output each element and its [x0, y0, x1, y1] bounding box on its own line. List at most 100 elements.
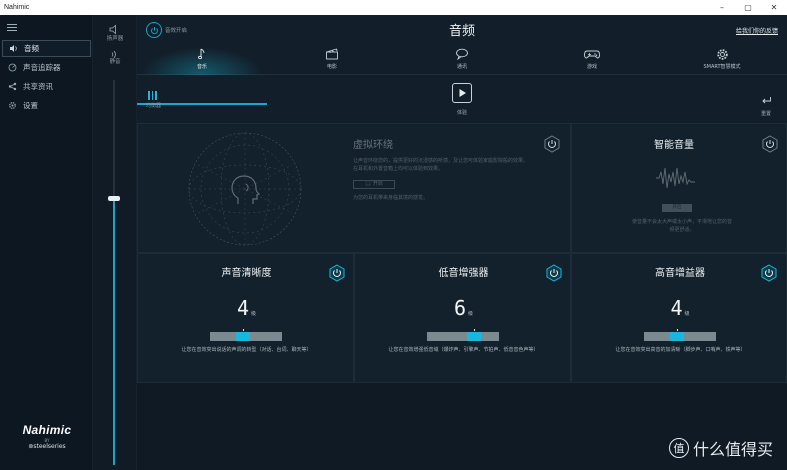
play-label: 体验: [456, 110, 467, 116]
treble-boost-panel: 高音增益器 4级 让您在音效突出高音的加清晰（脚步声、口哨声、铁声等）: [571, 253, 787, 383]
sidebar-item-settings[interactable]: 设置: [2, 97, 91, 114]
tab-music[interactable]: 音乐: [137, 45, 267, 75]
logo-brand: Nahimic: [22, 423, 72, 437]
enhancer-slider[interactable]: [210, 329, 282, 341]
reset-button[interactable]: 重置: [753, 90, 779, 117]
watermark-badge: 值: [668, 438, 689, 458]
enhancer-title: 声音清晰度: [221, 268, 272, 279]
virtual-surround-globe-icon: [188, 132, 302, 246]
enhancer-value-readout: 6级: [355, 296, 572, 320]
window-titlebar: Nahimic – ▢ ✕: [0, 0, 787, 15]
bass-boost-panel: 低音增强器 6级 让您在音效增强低音域（爆炸声、引擎声、节拍声、低音音色声等）: [354, 253, 571, 383]
reset-icon: [761, 97, 771, 104]
headphone-icon: 🎧: [365, 181, 373, 187]
enhancer-desc: 让您在音效突出高音的加清晰（脚步声、口哨声、铁声等）: [615, 347, 746, 353]
virtual-surround-title: 虚拟环绕: [353, 140, 393, 151]
virtual-surround-desc-3: 为您的耳机带来身临其境的感觉。: [353, 195, 429, 201]
enhancer-value: 4: [670, 296, 683, 320]
power-icon: [761, 264, 777, 282]
reset-label: 重置: [760, 111, 771, 117]
hamburger-menu-icon[interactable]: [7, 24, 17, 33]
equalizer-button[interactable]: 均衡器: [146, 91, 176, 109]
settings-icon: [8, 101, 17, 110]
enhancer-desc: 让您在音效增强低音域（爆炸声、引擎声、节拍声、低音音色声等）: [388, 347, 539, 353]
sidebar-item-label: 共享资讯: [23, 82, 53, 91]
virtual-surround-headphone-button[interactable]: 🎧 开启: [353, 180, 395, 189]
tab-smart[interactable]: SMART智慧模式: [657, 45, 787, 75]
page-title: 音频: [448, 24, 475, 39]
music-note-icon: [137, 47, 267, 61]
sidebar: 音频 声音追踪器 共享资讯 设置 Nahimic BY ⊛steelseries: [0, 15, 93, 470]
smart-gear-icon: [657, 47, 787, 61]
volume-slider-thumb[interactable]: [108, 196, 120, 201]
watermark-text: 什么值得买: [692, 440, 773, 459]
chat-bubble-icon: [397, 47, 527, 61]
sidebar-item-sound-tracker[interactable]: 声音追踪器: [2, 59, 91, 76]
waveform-icon: [656, 167, 695, 189]
enhancer-unit: 级: [251, 311, 257, 317]
enhancer-title: 低音增强器: [438, 268, 489, 279]
gamepad-icon: [527, 47, 657, 61]
share-icon: [8, 82, 17, 91]
enhancer-slider-marker: [676, 329, 678, 331]
header: 音效开启 音频 给我们你的反馈: [137, 15, 787, 43]
sidebar-item-audio[interactable]: 音频: [2, 40, 91, 57]
mute-label: 静音: [109, 59, 121, 65]
volume-track-empty[interactable]: [113, 80, 115, 200]
power-icon: [546, 264, 562, 282]
enhancer-slider[interactable]: [427, 329, 499, 341]
enhancer-unit: 级: [468, 311, 474, 317]
minimize-button[interactable]: –: [709, 0, 735, 15]
main-panel: 音效开启 音频 给我们你的反馈 音乐 电影 通讯 游戏 SMART智慧模式 均衡…: [137, 15, 787, 470]
tab-movie[interactable]: 电影: [267, 45, 397, 75]
bass-boost-power-toggle[interactable]: [546, 264, 562, 282]
sidebar-nav: 音频 声音追踪器 共享资讯 设置: [2, 40, 91, 116]
virtual-surround-desc: 让声音环绕您的，提供更好的沉浸感的听感，及让您可体验家庭影院般的效果。: [353, 158, 529, 164]
enhancer-title: 高音增益器: [655, 268, 705, 279]
equalizer-label: 均衡器: [146, 103, 162, 109]
treble-boost-power-toggle[interactable]: [761, 264, 777, 282]
sidebar-item-label: 音频: [24, 44, 39, 53]
nahimic-logo: Nahimic BY ⊛steelseries: [12, 423, 82, 450]
voice-clarity-panel: 声音清晰度 4级 让您在音效突出说话的声调的转型（对话、台词、聊天等）: [137, 253, 354, 383]
sidebar-item-share[interactable]: 共享资讯: [2, 78, 91, 95]
virtual-surround-power-toggle[interactable]: [544, 135, 560, 153]
enhancer-value: 4: [236, 296, 250, 320]
smart-volume-power-toggle[interactable]: [762, 135, 778, 153]
sidebar-item-label: 声音追踪器: [23, 63, 61, 72]
enhancer-desc: 让您在音效突出说话的声调的转型（对话、台词、聊天等）: [181, 347, 312, 353]
virtual-surround-panel: 虚拟环绕 让声音环绕您的，提供更好的沉浸感的听感，及让您可体验家庭影院般的效果。…: [137, 123, 571, 253]
enhancer-slider-marker: [474, 329, 476, 331]
enhancer-slider-fill: [235, 332, 250, 341]
enhancer-value-readout: 4级: [138, 296, 355, 320]
voice-clarity-power-toggle[interactable]: [329, 264, 345, 282]
power-icon: [762, 135, 778, 153]
enhancer-slider-marker: [242, 329, 244, 331]
window-title: Nahimic: [4, 4, 30, 11]
sidebar-item-label: 设置: [23, 101, 38, 110]
enhancer-slider-fill: [669, 332, 684, 341]
sound-tracker-icon: [8, 63, 17, 72]
feedback-link[interactable]: 给我们你的反馈: [736, 26, 778, 35]
tab-label: SMART智慧模式: [703, 64, 741, 70]
virtual-surround-button-label: 开启: [372, 181, 383, 187]
maximize-button[interactable]: ▢: [735, 0, 761, 15]
virtual-surround-desc-2: 在耳机和外置音箱上均可以体验到效果。: [353, 166, 444, 172]
volume-track-filled[interactable]: [113, 200, 115, 465]
smart-volume-desc: 使音量不会太大声或太小声，平滑地让您的音频更舒适。: [632, 219, 733, 233]
enhancer-slider[interactable]: [644, 329, 716, 341]
enhancer-value-readout: 4级: [572, 296, 787, 320]
close-button[interactable]: ✕: [761, 0, 787, 15]
enhancer-value: 6: [453, 296, 467, 320]
smart-volume-button[interactable]: 开启: [662, 204, 692, 212]
power-icon: [544, 135, 560, 153]
play-button[interactable]: [452, 83, 472, 103]
tab-game[interactable]: 游戏: [527, 45, 657, 75]
clapperboard-icon: [267, 47, 397, 61]
tab-label: 音乐: [196, 64, 207, 70]
smart-volume-panel: 智能音量 开启 使音量不会太大声或太小声，平滑地让您的音频更舒适。: [571, 123, 787, 253]
tab-chat[interactable]: 通讯: [397, 45, 527, 75]
enhancer-unit: 级: [684, 311, 690, 317]
audio-icon: [9, 44, 18, 53]
tab-label: 通讯: [456, 64, 467, 70]
